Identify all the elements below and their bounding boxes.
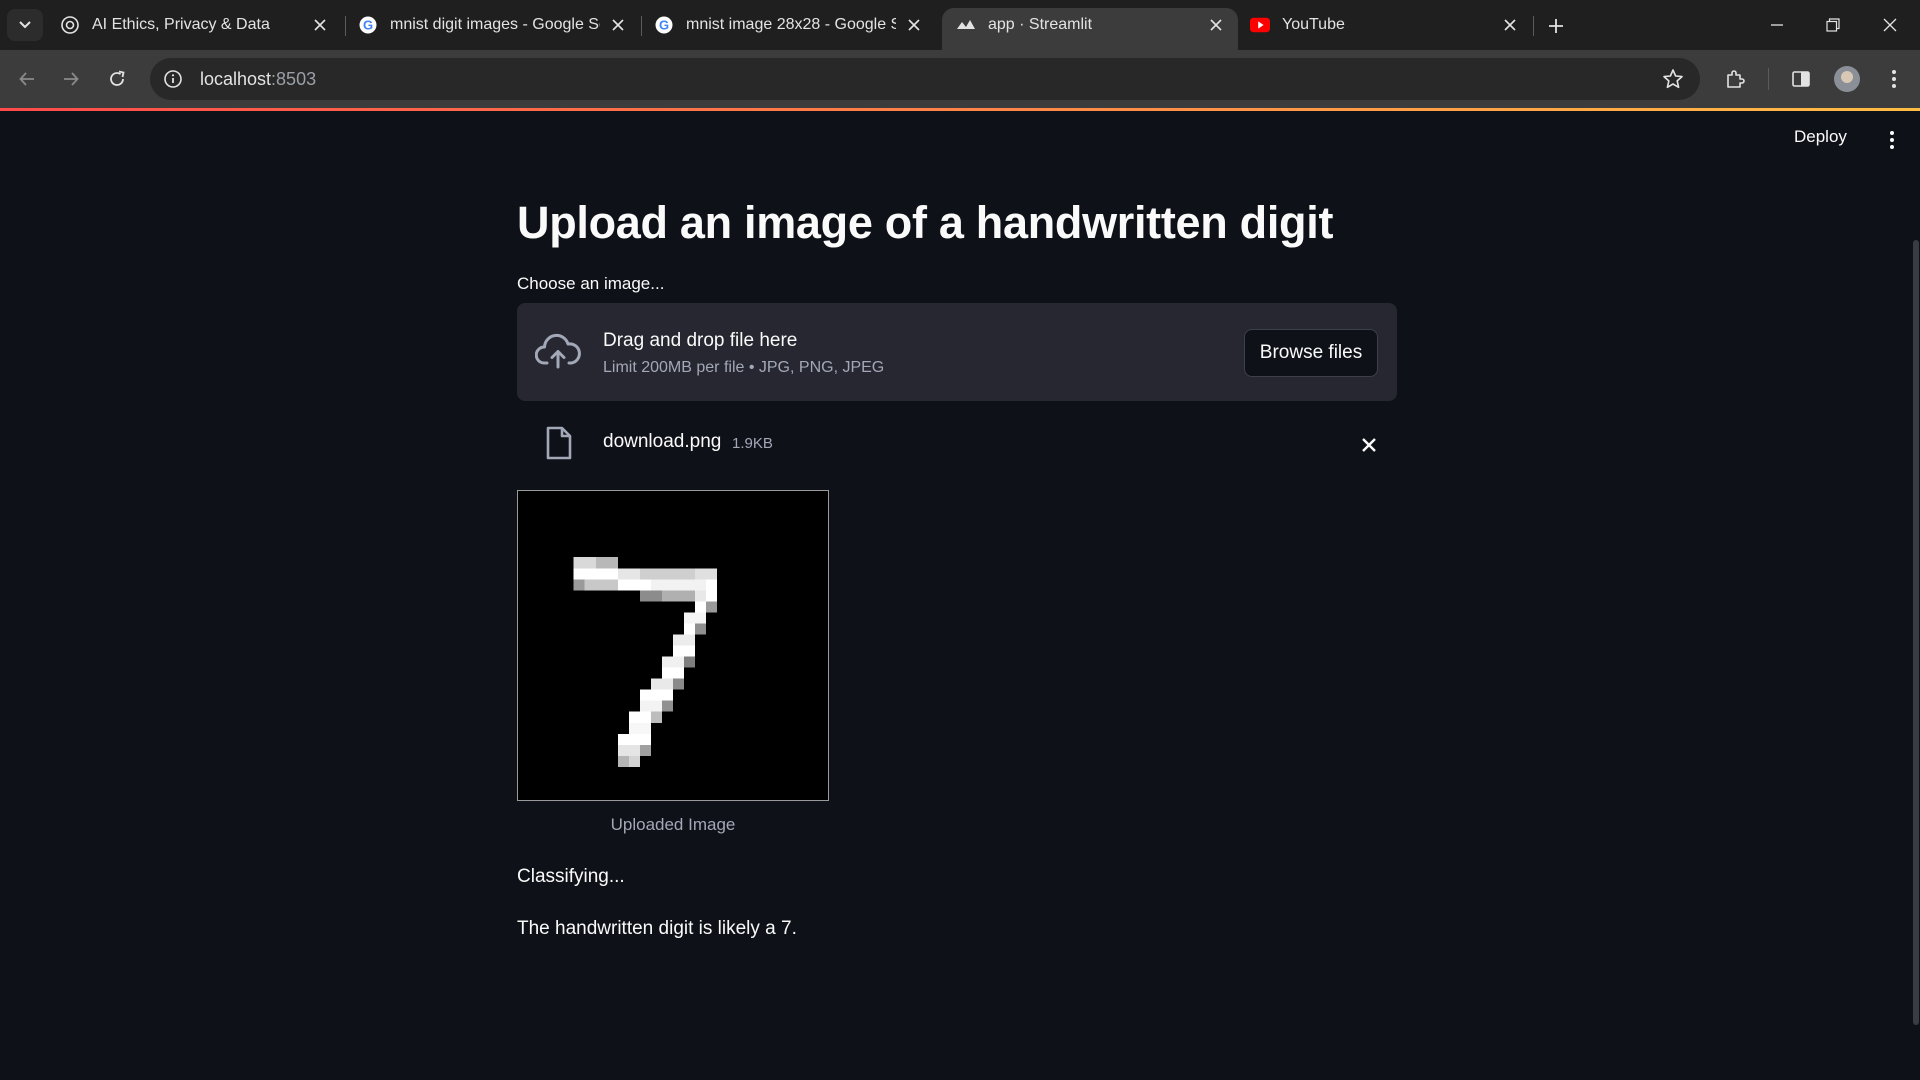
browser-toolbar: localhost:8503 xyxy=(0,50,1920,108)
tab-separator xyxy=(1533,16,1534,36)
file-icon xyxy=(546,426,572,460)
cloud-upload-icon xyxy=(535,333,581,369)
uploader-label: Choose an image... xyxy=(517,274,665,293)
svg-text:G: G xyxy=(363,18,373,33)
tab-search-button[interactable] xyxy=(7,9,43,41)
extensions-icon[interactable] xyxy=(1723,67,1747,91)
close-icon[interactable] xyxy=(904,15,924,35)
google-icon: G xyxy=(358,15,378,35)
dropzone-limit-text: Limit 200MB per file • JPG, PNG, JPEG xyxy=(603,359,885,376)
uploaded-file-size: 1.9KB xyxy=(732,435,773,452)
browser-menu-icon[interactable] xyxy=(1882,67,1906,91)
close-icon xyxy=(1883,18,1897,32)
url-host: localhost xyxy=(200,68,272,89)
tab-title: AI Ethics, Privacy & Data xyxy=(92,16,270,33)
tab-title: mnist image 28x28 - Google Search xyxy=(686,16,896,33)
close-icon xyxy=(1362,438,1376,452)
arrow-right-icon xyxy=(64,72,79,86)
forward-button[interactable] xyxy=(53,61,89,97)
browser-tab-youtube[interactable]: YouTube xyxy=(1236,9,1532,41)
deploy-button[interactable]: Deploy xyxy=(1794,127,1847,147)
youtube-icon xyxy=(1250,15,1270,35)
address-bar[interactable]: localhost:8503 xyxy=(150,58,1700,100)
app-header: Deploy xyxy=(0,111,1920,171)
tab-title: app · Streamlit xyxy=(988,16,1093,33)
url-text: localhost:8503 xyxy=(200,69,316,90)
chatgpt-icon xyxy=(60,15,80,35)
tab-title: mnist digit images - Google Search xyxy=(390,16,600,33)
browser-tab-google-search-2[interactable]: G mnist image 28x28 - Google Search xyxy=(640,9,936,41)
google-icon: G xyxy=(654,15,674,35)
page-title: Upload an image of a handwritten digit xyxy=(517,197,1334,248)
uploaded-digit-image xyxy=(517,490,829,801)
restore-icon xyxy=(1826,18,1840,32)
close-icon[interactable] xyxy=(310,15,330,35)
image-caption: Uploaded Image xyxy=(610,815,736,834)
chevron-down-icon xyxy=(19,21,31,29)
remove-file-button[interactable] xyxy=(1355,431,1383,459)
close-icon[interactable] xyxy=(1500,15,1520,35)
browser-tab-chatgpt[interactable]: AI Ethics, Privacy & Data xyxy=(46,9,342,41)
classifying-status: Classifying... xyxy=(517,866,625,887)
page-scrollbar[interactable] xyxy=(1913,240,1919,1025)
url-port: :8503 xyxy=(271,68,317,89)
side-panel-icon[interactable] xyxy=(1789,67,1813,91)
uploaded-file-row: download.png 1.9KB xyxy=(517,420,1397,470)
handwritten-seven-image xyxy=(573,557,718,767)
toolbar-divider xyxy=(1768,68,1769,90)
browser-tab-google-search-1[interactable]: G mnist digit images - Google Search xyxy=(344,9,640,41)
prediction-result: The handwritten digit is likely a 7. xyxy=(517,918,797,939)
close-icon[interactable] xyxy=(1206,15,1226,35)
arrow-left-icon xyxy=(19,72,34,86)
uploaded-file-name: download.png xyxy=(603,431,722,452)
bookmark-star-icon[interactable] xyxy=(1662,68,1684,90)
site-info-icon[interactable] xyxy=(162,68,184,90)
browser-tab-bar: AI Ethics, Privacy & Data G mnist digit … xyxy=(0,0,1920,50)
minimize-icon xyxy=(1771,24,1783,26)
svg-text:G: G xyxy=(659,18,669,33)
plus-icon xyxy=(1549,19,1563,33)
file-dropzone[interactable]: Drag and drop file here Limit 200MB per … xyxy=(517,303,1397,401)
restore-window-button[interactable] xyxy=(1813,8,1853,42)
browse-files-button[interactable]: Browse files xyxy=(1244,329,1378,377)
browser-tab-streamlit-active[interactable]: app · Streamlit xyxy=(942,8,1238,50)
streamlit-icon xyxy=(956,15,976,35)
minimize-window-button[interactable] xyxy=(1757,8,1797,42)
reload-icon xyxy=(110,70,125,86)
reload-button[interactable] xyxy=(99,61,135,97)
app-main-menu-icon[interactable] xyxy=(1882,128,1902,152)
close-icon[interactable] xyxy=(608,15,628,35)
tab-title: YouTube xyxy=(1282,16,1345,33)
back-button[interactable] xyxy=(9,61,45,97)
new-tab-button[interactable] xyxy=(1540,10,1572,42)
dropzone-title: Drag and drop file here xyxy=(603,330,798,351)
close-window-button[interactable] xyxy=(1870,8,1910,42)
profile-avatar[interactable] xyxy=(1834,66,1860,92)
